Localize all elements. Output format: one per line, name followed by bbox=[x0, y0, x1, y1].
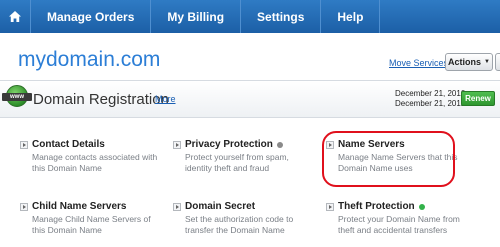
option-theft-protection-link[interactable]: Theft Protection bbox=[326, 201, 460, 212]
extra-button[interactable] bbox=[495, 53, 500, 71]
desc-line: identity theft and fraud bbox=[185, 163, 270, 173]
arrow-right-icon bbox=[173, 140, 181, 149]
option-domain-secret-link[interactable]: Domain Secret bbox=[173, 201, 293, 212]
option-child-name-servers-link[interactable]: Child Name Servers bbox=[20, 201, 151, 212]
domain-title: mydomain.com bbox=[18, 48, 161, 71]
highlight-circle bbox=[322, 131, 455, 187]
nav-help[interactable]: Help bbox=[321, 0, 381, 33]
desc-line: theft and accidental transfers bbox=[338, 225, 448, 235]
option-title: Theft Protection bbox=[338, 201, 415, 212]
option-title: Child Name Servers bbox=[32, 201, 127, 212]
arrow-right-icon bbox=[20, 202, 28, 211]
option-privacy-protection: Privacy Protection Protect yourself from… bbox=[173, 139, 289, 174]
www-icon-label: www bbox=[2, 93, 32, 101]
caret-down-icon: ▼ bbox=[484, 59, 490, 65]
option-theft-protection: Theft Protection Protect your Domain Nam… bbox=[326, 201, 460, 236]
desc-line: Set the authorization code to bbox=[185, 214, 294, 224]
desc-line: Manage Child Name Servers of bbox=[32, 214, 151, 224]
option-privacy-protection-link[interactable]: Privacy Protection bbox=[173, 139, 289, 150]
arrow-right-icon bbox=[173, 202, 181, 211]
home-icon bbox=[9, 11, 21, 22]
nav-manage-orders[interactable]: Manage Orders bbox=[31, 0, 152, 33]
arrow-right-icon bbox=[20, 140, 28, 149]
top-nav: Manage Orders My Billing Settings Help bbox=[0, 0, 500, 33]
option-contact-details: Contact Details Manage contacts associat… bbox=[20, 139, 157, 174]
nav-settings[interactable]: Settings bbox=[241, 0, 322, 33]
desc-line: Protect yourself from spam, bbox=[185, 152, 289, 162]
product-title: Domain Registration bbox=[33, 91, 169, 108]
more-link[interactable]: More bbox=[155, 94, 176, 104]
expiry-date: December 21, 2012 bbox=[395, 99, 466, 108]
arrow-right-icon bbox=[326, 202, 334, 211]
option-description: Protect your Domain Name from theft and … bbox=[338, 214, 460, 236]
move-services-link[interactable]: Move Services bbox=[389, 58, 448, 68]
actions-label: Actions bbox=[448, 57, 482, 67]
start-date: December 21, 2010 bbox=[395, 89, 466, 98]
home-button[interactable] bbox=[0, 0, 31, 33]
desc-line: Protect your Domain Name from bbox=[338, 214, 460, 224]
option-title: Privacy Protection bbox=[185, 139, 273, 150]
option-child-name-servers: Child Name Servers Manage Child Name Ser… bbox=[20, 201, 151, 236]
option-description: Manage Child Name Servers of this Domain… bbox=[32, 214, 151, 236]
actions-button[interactable]: Actions ▼ bbox=[445, 53, 493, 71]
desc-line: Manage contacts associated with bbox=[32, 152, 158, 162]
desc-line: this Domain Name bbox=[32, 225, 102, 235]
option-title: Contact Details bbox=[32, 139, 105, 150]
renew-button[interactable]: Renew bbox=[461, 91, 495, 106]
status-on-icon bbox=[418, 203, 425, 210]
option-contact-details-link[interactable]: Contact Details bbox=[20, 139, 157, 150]
option-title: Domain Secret bbox=[185, 201, 256, 212]
desc-line: this Domain Name bbox=[32, 163, 102, 173]
status-off-icon bbox=[276, 141, 283, 148]
option-description: Protect yourself from spam, identity the… bbox=[185, 152, 289, 174]
option-description: Set the authorization code to transfer t… bbox=[185, 214, 293, 236]
desc-line: transfer the Domain Name bbox=[185, 225, 285, 235]
option-domain-secret: Domain Secret Set the authorization code… bbox=[173, 201, 293, 236]
option-description: Manage contacts associated with this Dom… bbox=[32, 152, 157, 174]
nav-my-billing[interactable]: My Billing bbox=[151, 0, 242, 33]
